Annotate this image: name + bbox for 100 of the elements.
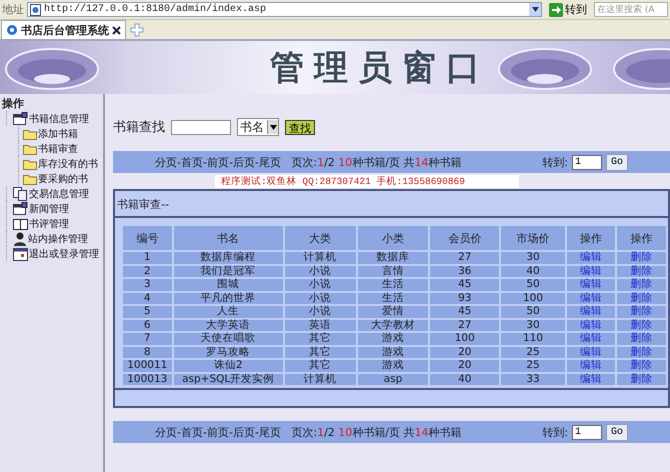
table-cell: 27 — [430, 320, 500, 331]
table-cell: 数据库编程 — [174, 252, 283, 264]
table-cell: 小说 — [284, 292, 356, 304]
documents-icon — [13, 186, 28, 200]
table-cell: 25 — [501, 360, 565, 372]
close-icon[interactable] — [112, 26, 121, 34]
sidebar-heading: 操作 — [2, 96, 25, 111]
delete-link[interactable]: 删除 — [617, 374, 666, 385]
delete-link[interactable]: 删除 — [617, 252, 666, 264]
tree-item[interactable]: 书评管理 — [6, 216, 69, 231]
arrow-icon — [549, 2, 563, 16]
tree-item[interactable]: 站内操作管理 — [6, 231, 88, 246]
delete-link[interactable]: 删除 — [617, 306, 666, 318]
table-cell: 50 — [501, 306, 565, 318]
folder-icon — [23, 128, 37, 140]
table-cell: 其它 — [284, 333, 356, 344]
goto-label: 转到: — [542, 154, 568, 170]
edit-link[interactable]: 编辑 — [566, 252, 616, 264]
tree-item[interactable]: 书籍信息管理 — [6, 111, 89, 126]
table-cell: 英语 — [284, 320, 356, 331]
table-cell: 100011 — [123, 360, 172, 372]
search-button[interactable]: 查找 — [285, 120, 315, 134]
edit-link[interactable]: 编辑 — [566, 333, 616, 344]
tree-item[interactable]: 新闻管理 — [6, 201, 69, 216]
edit-link[interactable]: 编辑 — [566, 346, 616, 358]
window-icon — [13, 112, 28, 125]
table-cell: 93 — [430, 292, 500, 304]
table-cell: 5 — [123, 306, 172, 318]
table-cell: 1 — [123, 252, 172, 264]
table-cell: asp+SQL开发实例 — [174, 374, 283, 385]
panel-title: 书籍审查-- — [115, 191, 668, 218]
delete-link[interactable]: 删除 — [617, 360, 666, 372]
calendar-icon — [13, 246, 28, 260]
address-label: 地址 — [2, 2, 24, 17]
delete-link[interactable]: 删除 — [617, 279, 666, 290]
column-header: 会员价 — [430, 226, 500, 250]
browser-tab[interactable]: 书店后台管理系统 — [1, 20, 126, 39]
table-cell: 人生 — [174, 306, 283, 318]
table-cell: 其它 — [284, 346, 356, 358]
search-field[interactable] — [171, 120, 231, 134]
table-cell: 生活 — [358, 292, 428, 304]
edit-link[interactable]: 编辑 — [566, 279, 616, 290]
table-cell: 100013 — [123, 374, 172, 385]
table-cell: 27 — [430, 252, 500, 264]
edit-link[interactable]: 编辑 — [566, 320, 616, 331]
tree-item[interactable]: 退出或登录管理 — [6, 246, 99, 261]
folder-icon — [23, 142, 37, 154]
table-cell: 游戏 — [358, 346, 428, 358]
dropdown-icon[interactable] — [267, 120, 278, 134]
table-cell: 游戏 — [358, 333, 428, 344]
folder-icon — [23, 158, 37, 170]
search-field[interactable]: 在这里搜索 (A — [594, 2, 668, 17]
edit-link[interactable]: 编辑 — [566, 292, 616, 304]
table-cell: 围城 — [174, 279, 283, 290]
table-cell: 游戏 — [358, 360, 428, 372]
go-button[interactable]: 转到 — [545, 2, 591, 17]
table-cell: 6 — [123, 320, 172, 331]
table-cell: 8 — [123, 346, 172, 358]
table-cell: 诛仙2 — [174, 360, 283, 372]
banner-title: 管理员窗口 — [270, 46, 490, 90]
go-button[interactable]: Go — [606, 154, 628, 170]
search-label: 书籍查找 — [113, 119, 165, 136]
table-cell: 4 — [123, 292, 172, 304]
delete-link[interactable]: 删除 — [617, 292, 666, 304]
table-cell: 小说 — [284, 306, 356, 318]
contact-text: 程序测试:双鱼林 QQ:287307421 手机:13558690869 — [215, 175, 519, 188]
table-cell: 小说 — [284, 279, 356, 290]
table-cell: 50 — [501, 279, 565, 290]
tree-item[interactable]: 书籍审查 — [18, 141, 78, 156]
address-field[interactable]: http://127.0.0.1:8180/admin/index.asp — [27, 2, 542, 17]
table-cell: 天使在唱歌 — [174, 333, 283, 344]
tree-item[interactable]: 添加书籍 — [18, 126, 78, 141]
table-cell: 25 — [501, 346, 565, 358]
dropdown-icon[interactable] — [529, 3, 541, 16]
table-cell: 计算机 — [284, 374, 356, 385]
delete-link[interactable]: 删除 — [617, 266, 666, 277]
tree-item[interactable]: 要采购的书 — [18, 171, 88, 186]
edit-link[interactable]: 编辑 — [566, 266, 616, 277]
table-cell: 30 — [501, 252, 565, 264]
person-icon — [13, 232, 27, 246]
table-cell: 言情 — [358, 266, 428, 277]
field-select[interactable]: 书名 — [237, 118, 279, 136]
page-input[interactable]: 1 — [572, 424, 602, 440]
table-cell: 36 — [430, 266, 500, 277]
column-header: 市场价 — [501, 226, 565, 250]
delete-link[interactable]: 删除 — [617, 333, 666, 344]
tree-item[interactable]: 库存没有的书 — [18, 156, 98, 171]
table-cell: 生活 — [358, 279, 428, 290]
edit-link[interactable]: 编辑 — [566, 306, 616, 318]
table-cell: 数据库 — [358, 252, 428, 264]
edit-link[interactable]: 编辑 — [566, 374, 616, 385]
delete-link[interactable]: 删除 — [617, 346, 666, 358]
tree-item[interactable]: 交易信息管理 — [6, 186, 89, 201]
delete-link[interactable]: 删除 — [617, 320, 666, 331]
page-input[interactable]: 1 — [572, 154, 602, 170]
go-button[interactable]: Go — [606, 424, 628, 440]
edit-link[interactable]: 编辑 — [566, 360, 616, 372]
folder-icon — [23, 172, 37, 184]
table-cell: 33 — [501, 374, 565, 385]
column-header: 操作 — [617, 226, 666, 250]
